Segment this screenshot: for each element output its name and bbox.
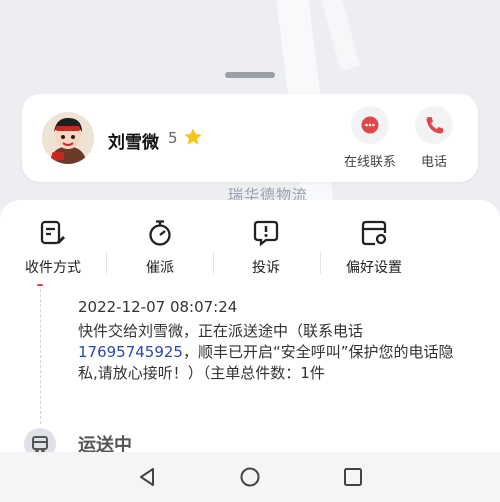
- call-label: 电话: [420, 155, 447, 170]
- courier-rating: 5: [168, 129, 178, 147]
- urge-delivery-button[interactable]: 催派: [110, 218, 210, 277]
- phone-icon: [415, 106, 453, 144]
- courier-phone-link[interactable]: 17695745925: [78, 343, 183, 361]
- back-triangle-icon[interactable]: [135, 465, 159, 489]
- divider: [320, 252, 321, 274]
- recents-square-icon[interactable]: [341, 465, 365, 489]
- online-contact-label: 在线联系: [343, 155, 396, 170]
- chat-dots-icon: [351, 106, 389, 144]
- map-road: [319, 0, 361, 72]
- event-timestamp: 2022-12-07 08:07:24: [78, 298, 238, 316]
- sheet-drag-handle[interactable]: [225, 72, 275, 78]
- timeline-marker: [37, 284, 43, 286]
- online-contact-button[interactable]: 在线联系: [340, 106, 400, 170]
- courier-name: 刘雪微: [108, 133, 159, 153]
- edit-doc-icon: [40, 220, 65, 245]
- preference-settings-label: 偏好设置: [346, 260, 402, 276]
- complaint-label: 投诉: [252, 260, 280, 276]
- event-text-before: 快件交给刘雪微，正在派送途中（联系电话: [78, 322, 364, 340]
- preference-settings-button[interactable]: 偏好设置: [324, 218, 424, 277]
- function-bar: 收件方式 催派 投诉 偏好设置: [0, 218, 500, 278]
- timeline-line: [40, 284, 41, 424]
- system-nav-bar: [0, 452, 500, 502]
- star-icon: [184, 128, 202, 145]
- divider: [213, 252, 214, 274]
- stopwatch-icon: [149, 220, 171, 246]
- receive-method-button[interactable]: 收件方式: [3, 218, 103, 277]
- home-circle-icon[interactable]: [238, 465, 262, 489]
- complaint-button[interactable]: 投诉: [216, 218, 316, 277]
- complaint-icon: [253, 220, 279, 247]
- preference-icon: [361, 220, 387, 246]
- divider: [106, 252, 107, 274]
- courier-card: 刘雪微 5 在线联系 电话: [22, 94, 478, 182]
- receive-method-label: 收件方式: [25, 260, 81, 276]
- courier-avatar: [42, 112, 94, 164]
- urge-delivery-label: 催派: [146, 260, 174, 276]
- detail-sheet: 收件方式 催派 投诉 偏好设置 2022-12-07 08:07:24 快件交给…: [0, 200, 500, 460]
- event-description: 快件交给刘雪微，正在派送途中（联系电话17695745925，顺丰已开启“安全呼…: [78, 321, 458, 384]
- call-button[interactable]: 电话: [404, 106, 464, 170]
